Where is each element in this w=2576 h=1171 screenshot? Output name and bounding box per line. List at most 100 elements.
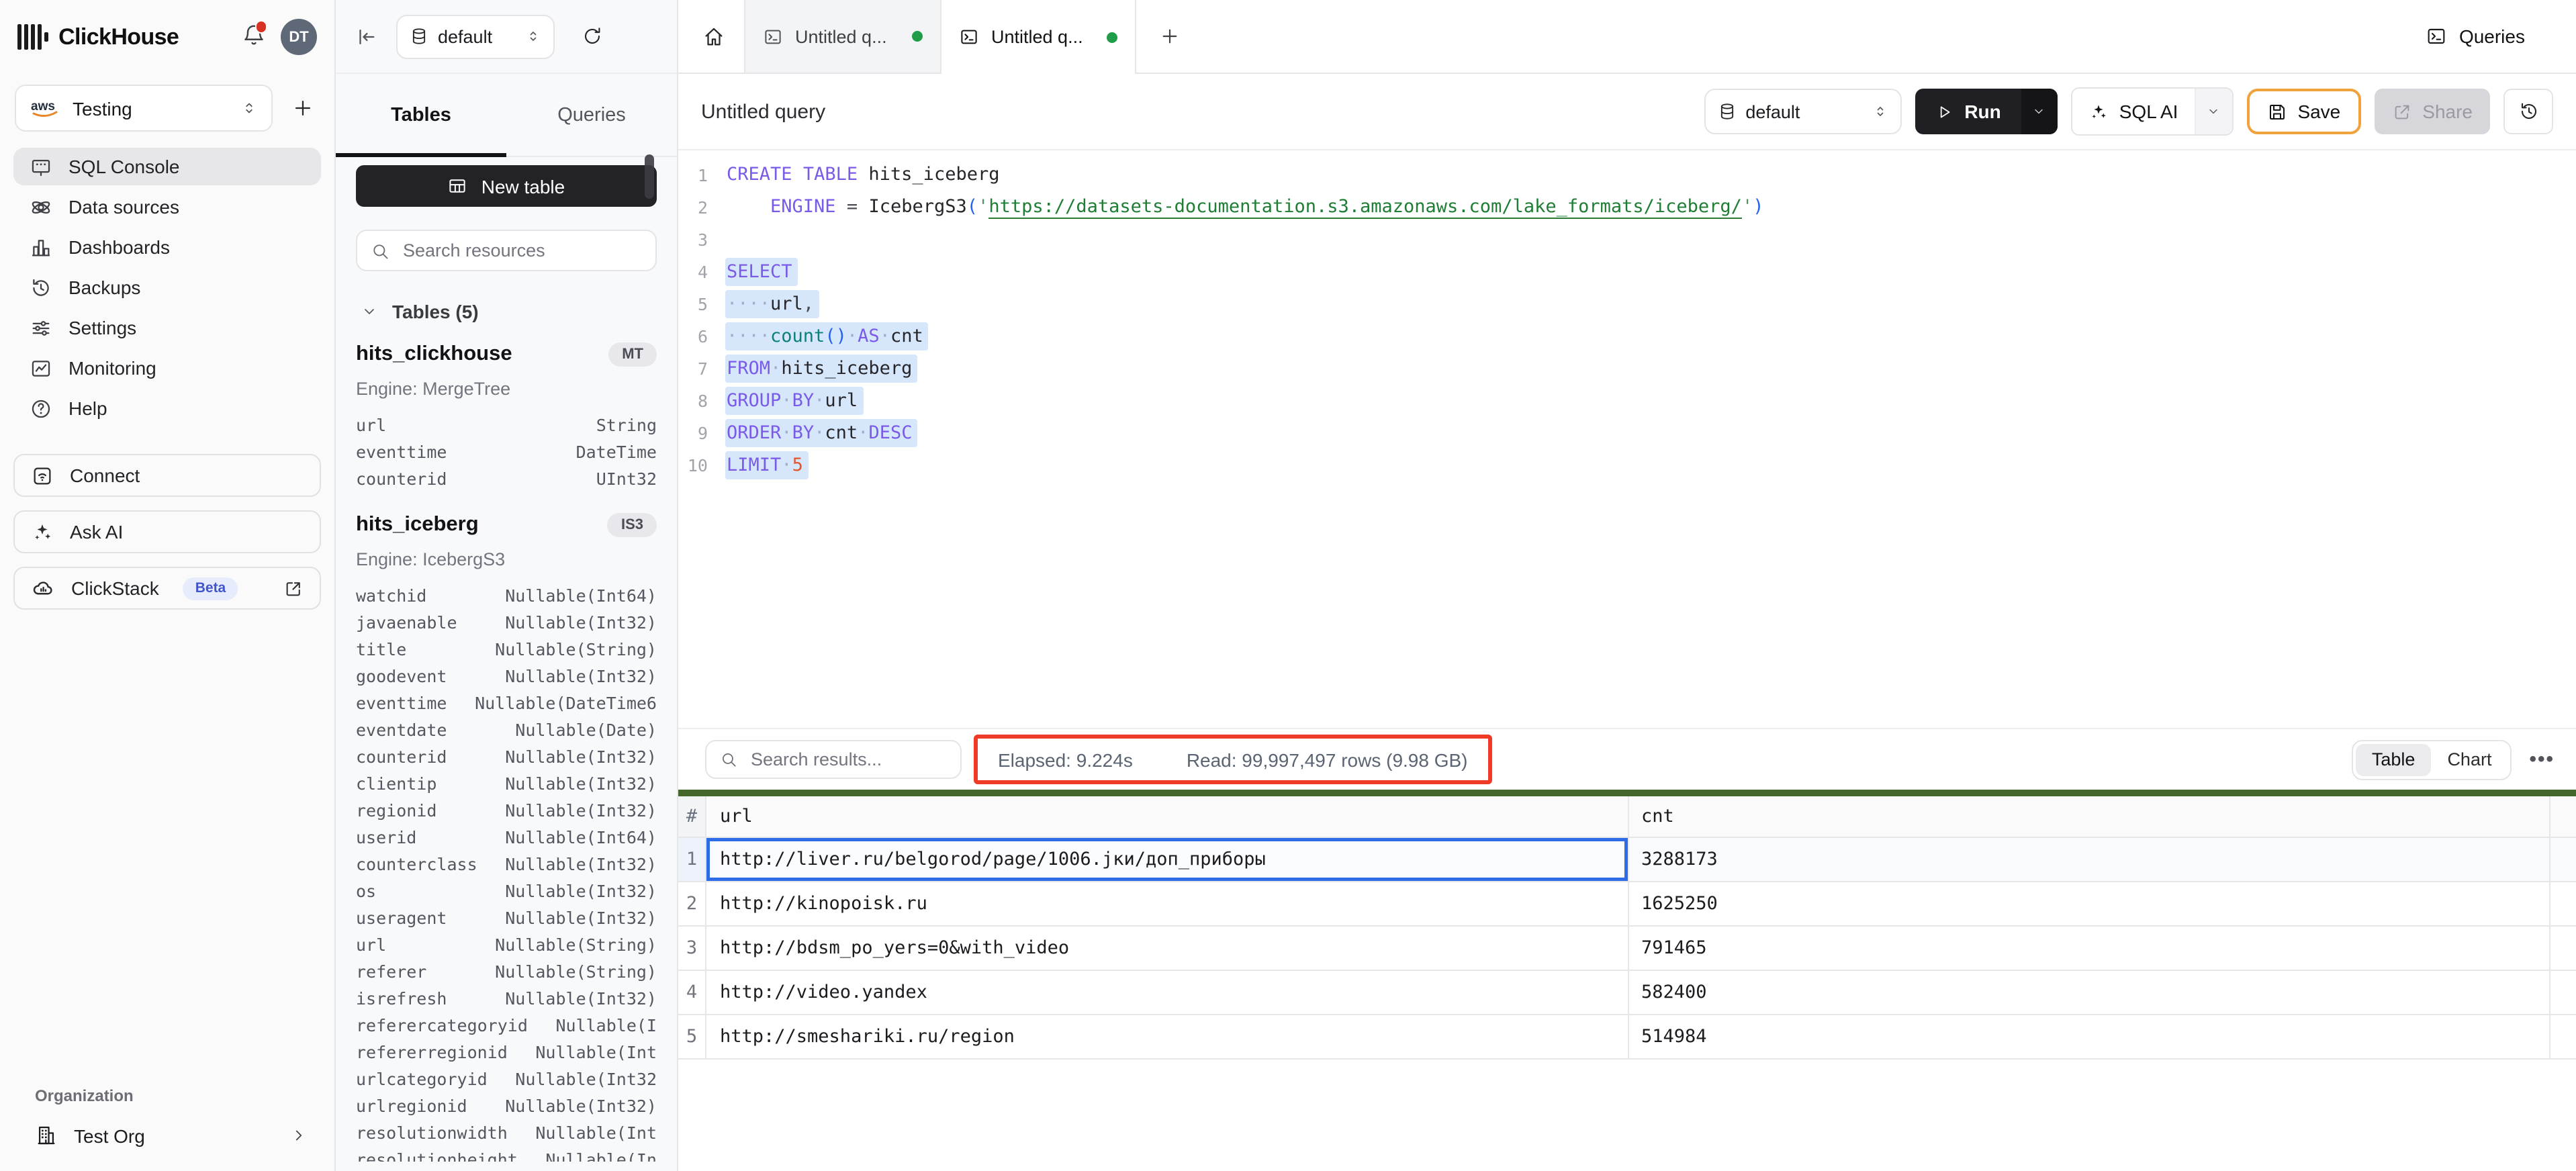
home-button[interactable] xyxy=(678,0,744,73)
editor-line-5[interactable]: 5····url, xyxy=(678,287,2576,320)
cnt-cell[interactable]: 3288173 xyxy=(1629,838,2550,881)
new-table-button[interactable]: New table xyxy=(356,165,657,207)
workspace-select[interactable]: aws Testing xyxy=(15,85,273,132)
search-results-input[interactable] xyxy=(748,748,947,771)
clickhouse-logo-icon xyxy=(17,22,48,52)
scrollbar-thumb[interactable] xyxy=(645,154,654,199)
sidebar-item-dashboards[interactable]: Dashboards xyxy=(13,228,321,266)
tab-tables[interactable]: Tables xyxy=(336,74,506,156)
sql-editor[interactable]: 1CREATE TABLE hits_iceberg2 ENGINE = Ice… xyxy=(678,150,2576,728)
editor-line-3[interactable]: 3 xyxy=(678,223,2576,255)
editor-line-6[interactable]: 6····count()·AS·cnt xyxy=(678,320,2576,352)
editor-line-7[interactable]: 7FROM·hits_iceberg xyxy=(678,352,2576,384)
column-name: urlregionid xyxy=(356,1093,467,1120)
result-row-5[interactable]: 5http://smeshariki.ru/region514984 xyxy=(678,1015,2576,1060)
editor-line-10[interactable]: 10LIMIT·5 xyxy=(678,449,2576,481)
code-content: LIMIT·5 xyxy=(727,454,809,475)
header-end-gutter xyxy=(2550,796,2576,837)
editor-line-1[interactable]: 1CREATE TABLE hits_iceberg xyxy=(678,158,2576,191)
workspace-row: aws Testing xyxy=(0,74,334,132)
table-name: hits_clickhouse xyxy=(356,342,512,367)
queries-button[interactable]: Queries xyxy=(2426,0,2525,73)
sidebar-item-backups[interactable]: Backups xyxy=(13,269,321,306)
cnt-cell[interactable]: 791465 xyxy=(1629,927,2550,970)
query-tab-2[interactable]: Untitled q... xyxy=(940,0,1136,74)
query-title[interactable]: Untitled query xyxy=(701,100,825,123)
run-options-button[interactable] xyxy=(2021,89,2058,134)
elapsed-stat: Elapsed: 9.224s xyxy=(998,749,1133,770)
line-number: 9 xyxy=(678,422,708,442)
sidebar-item-settings[interactable]: Settings xyxy=(13,309,321,346)
column-name: counterclass xyxy=(356,851,477,878)
table-columns: watchidNullable(Int64)javaenableNullable… xyxy=(356,583,657,1162)
header-url[interactable]: url xyxy=(706,796,1629,837)
sidebar-item-data-sources[interactable]: Data sources xyxy=(13,188,321,226)
cnt-cell[interactable]: 514984 xyxy=(1629,1015,2550,1058)
collapse-panel-button[interactable] xyxy=(355,25,377,48)
editor-line-8[interactable]: 8GROUP·BY·url xyxy=(678,384,2576,416)
notifications-button[interactable] xyxy=(242,23,266,51)
result-row-2[interactable]: 2http://kinopoisk.ru1625250 xyxy=(678,882,2576,927)
column-name: regionid xyxy=(356,798,436,825)
sidebar-item-label: Dashboards xyxy=(68,236,170,258)
url-cell[interactable]: http://liver.ru/belgorod/page/1006.jки/д… xyxy=(706,838,1629,881)
notification-dot xyxy=(255,20,267,33)
add-workspace-button[interactable] xyxy=(285,91,320,126)
code-content: FROM·hits_iceberg xyxy=(727,357,917,379)
header-cnt[interactable]: cnt xyxy=(1629,796,2550,837)
cnt-cell[interactable]: 1625250 xyxy=(1629,882,2550,925)
workspace-name: Testing xyxy=(73,97,228,119)
editor-line-2[interactable]: 2 ENGINE = IcebergS3('https://datasets-d… xyxy=(678,191,2576,223)
plus-icon xyxy=(1159,26,1181,47)
table-name-row[interactable]: hits_icebergIS3 xyxy=(356,513,657,537)
sidebar-item-sql-console[interactable]: SQL Console xyxy=(13,148,321,185)
sidebar-item-monitoring[interactable]: Monitoring xyxy=(13,349,321,387)
tab-queries[interactable]: Queries xyxy=(506,74,677,156)
refresh-button[interactable] xyxy=(582,26,603,47)
bars-icon xyxy=(30,236,52,259)
column-name: eventtime xyxy=(356,690,447,717)
query-tab-1[interactable]: Untitled q... xyxy=(744,0,940,73)
tables-group-label: Tables (5) xyxy=(392,301,479,322)
table-name-row[interactable]: hits_clickhouseMT xyxy=(356,342,657,367)
tables-group-header[interactable]: Tables (5) xyxy=(356,301,657,322)
url-cell[interactable]: http://kinopoisk.ru xyxy=(706,882,1629,925)
search-resources-input[interactable] xyxy=(400,239,642,262)
ask-ai-button[interactable]: Ask AI xyxy=(13,510,321,553)
editor-line-4[interactable]: 4SELECT xyxy=(678,255,2576,287)
column-type: Nullable(DateTime6 xyxy=(475,690,657,717)
search-icon xyxy=(371,241,389,260)
result-row-3[interactable]: 3http://bdsm_po_yers=0&with_video791465 xyxy=(678,927,2576,971)
toggle-table[interactable]: Table xyxy=(2356,743,2432,776)
editor-database-select[interactable]: default xyxy=(1704,89,1901,134)
organization-switcher[interactable]: Test Org xyxy=(19,1124,316,1155)
results-toolbar: Elapsed: 9.224s Read: 99,997,497 rows (9… xyxy=(678,728,2576,790)
editor-line-9[interactable]: 9ORDER·BY·cnt·DESC xyxy=(678,416,2576,449)
help-icon xyxy=(30,397,52,420)
column-row: counteridUInt32 xyxy=(356,466,657,493)
save-button[interactable]: Save xyxy=(2246,89,2360,134)
database-select[interactable]: default xyxy=(396,14,555,58)
toggle-chart[interactable]: Chart xyxy=(2431,743,2508,776)
url-cell[interactable]: http://video.yandex xyxy=(706,971,1629,1014)
query-tab-1-label: Untitled q... xyxy=(795,26,887,46)
column-row: eventtime Nullable(DateTime6 xyxy=(356,690,657,717)
sql-ai-button[interactable]: SQL AI xyxy=(2071,87,2234,136)
result-row-4[interactable]: 4http://video.yandex582400 xyxy=(678,971,2576,1015)
url-cell[interactable]: http://bdsm_po_yers=0&with_video xyxy=(706,927,1629,970)
new-query-tab-button[interactable] xyxy=(1136,0,1203,73)
selection-highlight: FROM·hits_iceberg xyxy=(725,354,917,382)
result-row-1[interactable]: 1http://liver.ru/belgorod/page/1006.jки/… xyxy=(678,838,2576,882)
sidebar-item-help[interactable]: Help xyxy=(13,389,321,427)
run-button[interactable]: Run xyxy=(1915,89,2057,134)
connect-button[interactable]: Connect xyxy=(13,454,321,497)
results-more-button[interactable]: ••• xyxy=(2529,748,2555,771)
column-name: urlcategoryid xyxy=(356,1066,488,1093)
sql-ai-options-button[interactable] xyxy=(2194,89,2232,134)
query-history-button[interactable] xyxy=(2503,89,2553,134)
avatar[interactable]: DT xyxy=(281,19,317,55)
url-cell[interactable]: http://smeshariki.ru/region xyxy=(706,1015,1629,1058)
clickstack-button[interactable]: ClickStack Beta xyxy=(13,567,321,610)
cnt-cell[interactable]: 582400 xyxy=(1629,971,2550,1014)
share-button[interactable]: Share xyxy=(2374,89,2490,134)
